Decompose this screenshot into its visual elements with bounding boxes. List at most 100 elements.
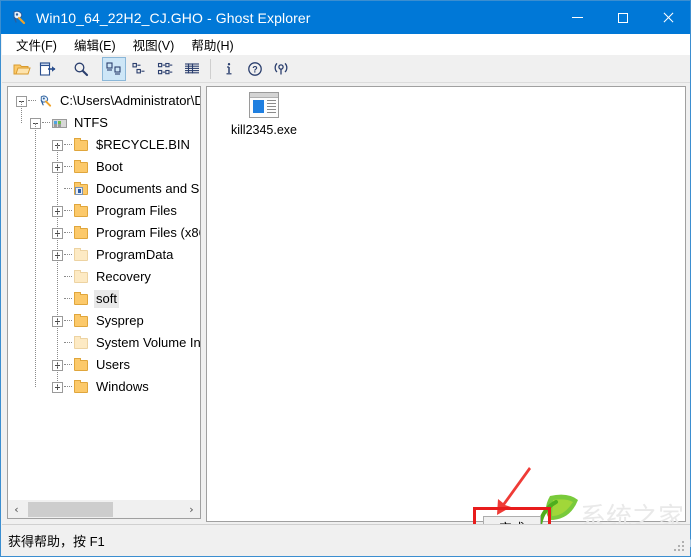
close-icon (662, 12, 674, 24)
tree-node-label: Program Files (96, 203, 177, 218)
view-list-icon (157, 62, 173, 74)
ghost-archive-icon (37, 93, 54, 109)
file-item[interactable]: kill2345.exe (227, 92, 301, 137)
tree-node-ntfs[interactable]: NTFS (8, 112, 200, 134)
tree-node-recycle-bin[interactable]: $RECYCLE.BIN (8, 134, 200, 156)
folder-shortcut-icon (73, 181, 90, 197)
resize-grip[interactable] (674, 541, 686, 553)
view-details-icon (185, 62, 199, 73)
antenna-button[interactable] (269, 57, 293, 81)
folder-hidden-icon (73, 247, 90, 263)
drive-icon (51, 115, 68, 131)
tree-node-program-files[interactable]: Program Files (8, 200, 200, 222)
menu-file[interactable]: 文件(F) (8, 33, 66, 56)
folder-icon (73, 357, 90, 373)
scrollbar-track[interactable] (25, 500, 183, 518)
folder-icon (73, 203, 90, 219)
view-large-icons-button[interactable] (102, 56, 126, 81)
tree-node-label: Windows (96, 379, 149, 394)
tree-connector (64, 166, 72, 168)
tree-node-label: Recovery (96, 269, 151, 284)
tree-node-system-volume-information[interactable]: System Volume Info (8, 332, 200, 354)
folder-hidden-icon (73, 269, 90, 285)
folder-tree-pane[interactable]: C:\Users\Administrator\D… NTFS (7, 86, 201, 506)
window-title: Win10_64_22H2_CJ.GHO - Ghost Explorer (36, 9, 311, 26)
tree-horizontal-scrollbar[interactable]: ‹ › (7, 500, 201, 519)
info-button[interactable] (217, 57, 241, 81)
info-icon (226, 62, 232, 74)
maximize-button[interactable] (600, 1, 645, 34)
file-name-label: kill2345.exe (230, 123, 297, 137)
tree-node-boot[interactable]: Boot (8, 156, 200, 178)
scroll-right-icon[interactable]: › (183, 501, 200, 518)
tree-connector (64, 188, 72, 190)
tree-connector (64, 276, 72, 278)
tree-node-label: NTFS (74, 115, 108, 130)
minimize-button[interactable] (555, 1, 600, 34)
tree-node-label: Program Files (x86) (96, 225, 201, 240)
tree-connector (20, 101, 23, 123)
tree-connector (64, 232, 72, 234)
folder-icon (73, 291, 90, 307)
tree-connector (64, 210, 72, 212)
tree-node-program-files-x86[interactable]: Program Files (x86) (8, 222, 200, 244)
tree-node-recovery[interactable]: Recovery (8, 266, 200, 288)
scrollbar-thumb[interactable] (28, 501, 113, 517)
tree-connector (42, 122, 50, 124)
extract-button[interactable] (36, 57, 60, 81)
view-details-button[interactable] (180, 57, 204, 81)
maximize-icon (617, 12, 628, 23)
tree-connector (64, 364, 72, 366)
menu-edit[interactable]: 编辑(E) (66, 33, 125, 56)
folder-hidden-icon (73, 335, 90, 351)
view-small-icons-button[interactable] (128, 57, 152, 81)
close-button[interactable] (645, 1, 690, 34)
folder-icon (73, 159, 90, 175)
tree-connector (34, 123, 37, 387)
menu-help[interactable]: 帮助(H) (183, 33, 242, 56)
tree-connector (64, 254, 72, 256)
menu-view[interactable]: 视图(V) (125, 33, 184, 56)
title-bar: Win10_64_22H2_CJ.GHO - Ghost Explorer (1, 1, 690, 34)
tree-node-label: System Volume Info (96, 335, 201, 350)
tree-node-label: ProgramData (96, 247, 174, 262)
file-list-pane[interactable]: kill2345.exe (206, 86, 686, 522)
ghost-explorer-window: Win10_64_22H2_CJ.GHO - Ghost Explorer 文件… (0, 0, 691, 557)
tree-node-label: C:\Users\Administrator\D… (60, 93, 200, 108)
search-button[interactable] (69, 57, 93, 81)
extract-icon (39, 61, 56, 76)
tree-connector (64, 144, 72, 146)
tree-node-root[interactable]: C:\Users\Administrator\D… (8, 90, 200, 112)
view-small-icons-icon (132, 62, 145, 73)
tree-node-programdata[interactable]: ProgramData (8, 244, 200, 266)
minimize-icon (572, 17, 583, 18)
status-bar: 获得帮助，按 F1 (2, 524, 690, 556)
tree-node-users[interactable]: Users (8, 354, 200, 376)
tree-connector (56, 145, 59, 387)
tree-node-documents-and-settings[interactable]: Documents and Set (8, 178, 200, 200)
folder-icon (73, 379, 90, 395)
tree-node-soft[interactable]: soft (8, 288, 200, 310)
tree-node-label: Boot (96, 159, 123, 174)
ghost-app-icon (10, 9, 28, 27)
tree-node-label: Documents and Set (96, 181, 201, 196)
open-folder-button[interactable] (10, 57, 34, 81)
tree-connector (28, 100, 36, 102)
search-icon (74, 62, 89, 76)
help-button[interactable]: ? (243, 57, 267, 81)
svg-text:?: ? (252, 64, 258, 74)
folder-tree: C:\Users\Administrator\D… NTFS (8, 90, 200, 398)
status-text: 获得帮助，按 F1 (8, 534, 105, 549)
toolbar: ? (2, 55, 690, 83)
tree-node-label: soft (94, 290, 119, 308)
tree-node-windows[interactable]: Windows (8, 376, 200, 398)
tree-node-sysprep[interactable]: Sysprep (8, 310, 200, 332)
tree-connector (64, 386, 72, 388)
tree-node-label: Users (96, 357, 130, 372)
scroll-left-icon[interactable]: ‹ (8, 501, 25, 518)
view-list-button[interactable] (154, 57, 178, 81)
window-controls (555, 1, 690, 34)
toolbar-separator (210, 58, 211, 79)
folder-icon (73, 313, 90, 329)
tree-connector (64, 320, 72, 322)
